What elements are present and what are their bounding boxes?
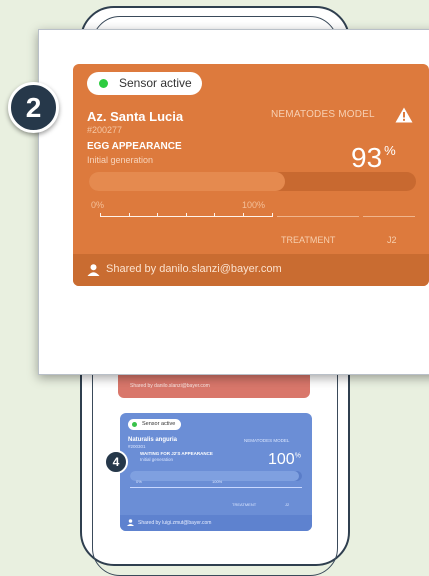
stage-label: EGG APPEARANCE xyxy=(87,141,182,152)
phase-treatment-label: TREATMENT xyxy=(281,235,336,245)
warning-icon[interactable] xyxy=(395,107,413,123)
model-label: NEMATODES MODEL xyxy=(244,438,290,443)
location-id: #200301 xyxy=(128,444,146,449)
generation-label: Initial generation xyxy=(140,457,174,462)
axis-start-label: 0% xyxy=(91,200,105,210)
model-label: NEMATODES MODEL xyxy=(271,109,375,120)
shared-by-text: Shared by danilo.slanzi@bayer.com xyxy=(130,383,210,389)
location-name: Naturalis anguria xyxy=(128,437,178,443)
j2-axis xyxy=(363,216,415,217)
person-icon xyxy=(87,264,100,276)
axis-start-label: 0% xyxy=(136,479,142,484)
sensor-status-label: Sensor active xyxy=(119,76,192,90)
status-dot xyxy=(132,422,137,427)
shared-by-text: Shared by danilo.slanzi@bayer.com xyxy=(106,263,282,275)
axis-tick xyxy=(271,213,273,217)
person-icon xyxy=(127,519,134,526)
background-sensor-card[interactable]: Sensor active Naturalis anguria #200301 … xyxy=(120,413,312,531)
axis-tick xyxy=(128,213,130,217)
axis-tick xyxy=(243,213,244,217)
progress-bar xyxy=(89,172,416,191)
sensor-status-pill: Sensor active xyxy=(128,419,182,430)
progress-fill xyxy=(89,172,286,191)
axis-end-label: 100% xyxy=(212,479,223,484)
card-footer: Shared by luigi.zmut@bayer.com xyxy=(120,515,312,531)
axis-tick xyxy=(185,213,187,217)
step-badge: 2 xyxy=(8,82,59,133)
location-id: #200277 xyxy=(87,125,123,135)
sensor-status-label: Sensor active xyxy=(142,421,176,427)
sensor-status-pill: Sensor active xyxy=(87,72,202,95)
step-badge: 4 xyxy=(104,450,128,474)
progress-axis xyxy=(130,487,302,488)
axis-end-label: 100% xyxy=(242,200,266,210)
axis-tick xyxy=(214,213,216,217)
sensor-card[interactable]: Sensor active Az. Santa Lucia #200277 EG… xyxy=(73,64,429,286)
axis-tick xyxy=(157,213,159,217)
generation-label: Initial generation xyxy=(87,155,154,165)
percent-readout: 100% xyxy=(268,451,301,468)
axis-tick xyxy=(100,213,101,217)
treatment-axis xyxy=(277,216,359,217)
percent-readout: 93% xyxy=(351,142,396,173)
status-dot xyxy=(99,79,108,88)
location-name: Az. Santa Lucia xyxy=(87,109,184,124)
shared-by-text: Shared by luigi.zmut@bayer.com xyxy=(138,520,212,526)
card-footer: Shared by danilo.slanzi@bayer.com xyxy=(73,254,429,286)
phase-treatment-label: TREATMENT xyxy=(232,502,257,507)
phase-j2-label: J2 xyxy=(285,502,290,507)
phase-j2-label: J2 xyxy=(387,235,397,245)
stage-label: WAITING FOR J2'S APPEARANCE xyxy=(140,451,213,456)
